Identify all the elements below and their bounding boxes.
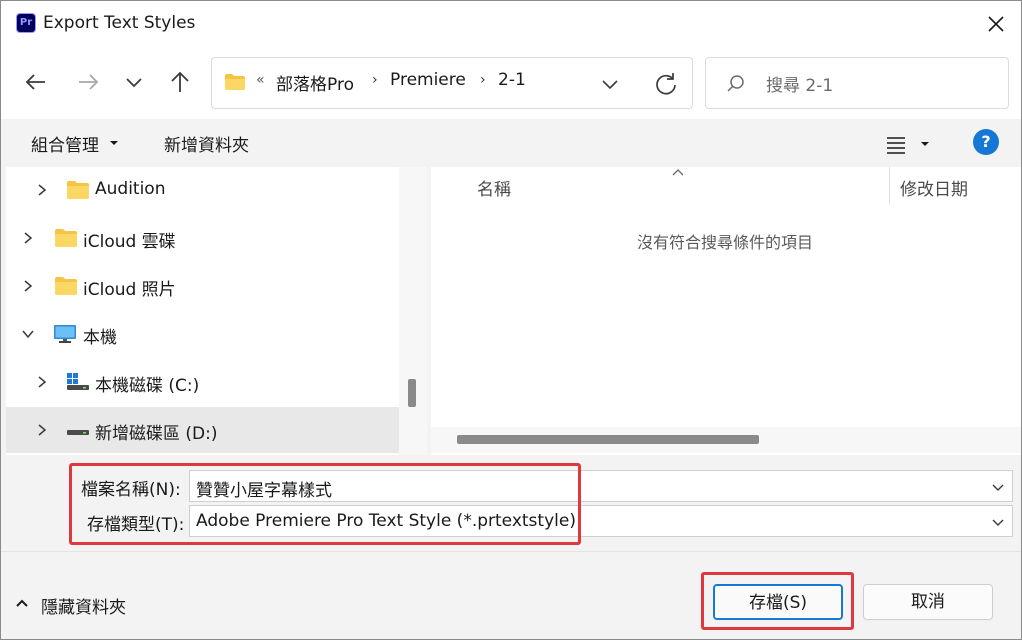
tree-item-icloud-drive[interactable]: iCloud 雲碟: [6, 215, 399, 261]
chevron-down-icon[interactable]: [990, 479, 1006, 495]
chevron-down-icon: [602, 80, 618, 90]
navigation-row: « 部落格Pro › Premiere › 2-1 搜尋 2-1: [1, 47, 1021, 119]
help-button[interactable]: ?: [973, 129, 999, 155]
tree-item-label: 本機磁碟 (C:): [95, 376, 200, 396]
chevron-right-icon[interactable]: [34, 182, 50, 198]
hide-folders-label: 隱藏資料夾: [41, 598, 126, 618]
organize-menu[interactable]: 組合管理: [31, 131, 99, 156]
search-input[interactable]: 搜尋 2-1: [705, 57, 1009, 109]
column-divider[interactable]: [889, 167, 890, 205]
list-view-icon: [887, 137, 929, 154]
close-icon: [988, 16, 1004, 32]
file-type-label: 存檔類型(T):: [87, 515, 185, 535]
tree-item-new-volume-d[interactable]: 新增磁碟區 (D:): [6, 407, 399, 453]
arrow-up-icon: [171, 71, 189, 92]
tree-item-local-disk-c[interactable]: 本機磁碟 (C:): [6, 359, 399, 405]
chevron-down-icon[interactable]: [20, 326, 36, 342]
file-type-value[interactable]: Adobe Premiere Pro Text Style (*.prtexts…: [196, 511, 576, 531]
dialog-title: Export Text Styles: [43, 13, 196, 33]
arrow-right-icon: [79, 74, 99, 90]
new-folder-button[interactable]: 新增資料夾: [164, 131, 249, 156]
chevron-right-icon[interactable]: [34, 422, 50, 438]
file-list-horizontal-scrollbar[interactable]: [431, 427, 1021, 453]
export-text-styles-dialog: Pr Export Text Styles « 部落格Pro › Premier…: [0, 0, 1022, 640]
close-button[interactable]: [979, 7, 1013, 41]
filename-value[interactable]: 贊贊小屋字幕樣式: [196, 476, 332, 501]
breadcrumb-item[interactable]: Premiere: [390, 70, 466, 90]
tree-item-label: 新增磁碟區 (D:): [95, 424, 218, 444]
folder-icon: [55, 277, 77, 295]
drive-icon: [67, 430, 89, 435]
dialog-footer: 隱藏資料夾 存檔(S) 取消: [1, 551, 1021, 639]
filename-field[interactable]: 贊贊小屋字幕樣式: [189, 470, 1013, 502]
chevron-right-icon[interactable]: [20, 230, 36, 246]
breadcrumb-separator[interactable]: ›: [372, 72, 378, 88]
tree-item-label: 本機: [83, 328, 117, 348]
address-bar[interactable]: « 部落格Pro › Premiere › 2-1: [211, 57, 693, 109]
change-view-button[interactable]: [883, 131, 939, 157]
tree-item-this-pc[interactable]: 本機: [6, 311, 399, 357]
scrollbar-thumb[interactable]: [408, 379, 416, 407]
folder-icon: [55, 229, 77, 247]
save-options: 檔案名稱(N): 贊贊小屋字幕樣式 存檔類型(T): Adobe Premier…: [1, 455, 1021, 551]
filename-label: 檔案名稱(N):: [81, 480, 181, 500]
navigation-pane-scrollbar[interactable]: [399, 167, 427, 455]
scrollbar-thumb[interactable]: [457, 435, 759, 444]
caret-up-icon: [16, 599, 28, 607]
forward-button[interactable]: [73, 67, 103, 97]
empty-results-message: 沒有符合搜尋條件的項目: [636, 233, 813, 252]
sort-ascending-icon: [672, 169, 684, 176]
column-header-name[interactable]: 名稱: [477, 175, 511, 200]
arrow-left-icon: [25, 74, 45, 90]
tree-item-icloud-photos[interactable]: iCloud 照片: [6, 263, 399, 309]
refresh-button[interactable]: [652, 70, 680, 98]
file-type-select[interactable]: Adobe Premiere Pro Text Style (*.prtexts…: [189, 505, 1013, 537]
search-icon: [727, 75, 744, 92]
premiere-pro-icon: Pr: [16, 13, 36, 33]
breadcrumb-overflow[interactable]: «: [256, 72, 265, 88]
column-header-date-modified[interactable]: 修改日期: [900, 175, 968, 200]
command-bar: 組合管理 新增資料夾 ?: [1, 119, 1021, 167]
navigation-pane: Audition iCloud 雲碟 iCloud 照片 本機 本機磁碟 (C:…: [6, 167, 399, 455]
breadcrumb-separator[interactable]: ›: [480, 72, 486, 88]
up-button[interactable]: [165, 67, 195, 97]
refresh-icon: [656, 73, 676, 95]
address-history-dropdown[interactable]: [598, 72, 622, 96]
breadcrumb-item[interactable]: 2-1: [498, 70, 526, 90]
chevron-right-icon[interactable]: [20, 278, 36, 294]
chevron-right-icon[interactable]: [34, 374, 50, 390]
caret-down-icon: [110, 141, 118, 145]
folder-icon: [67, 181, 89, 199]
title-bar: Pr Export Text Styles: [1, 1, 1021, 47]
recent-locations-button[interactable]: [119, 67, 149, 97]
tree-item-audition[interactable]: Audition: [6, 167, 399, 213]
breadcrumb-item[interactable]: 部落格Pro: [276, 70, 354, 95]
search-placeholder: 搜尋 2-1: [766, 76, 834, 96]
cancel-button[interactable]: 取消: [863, 584, 993, 620]
tree-item-label: iCloud 雲碟: [83, 232, 176, 252]
chevron-down-icon[interactable]: [990, 514, 1006, 530]
tree-item-label: Audition: [95, 179, 166, 199]
folder-icon: [225, 74, 245, 90]
chevron-down-icon: [126, 78, 142, 88]
computer-icon: [54, 325, 76, 343]
windows-drive-icon: [67, 373, 89, 390]
save-button[interactable]: 存檔(S): [713, 584, 843, 620]
file-list: 名稱 修改日期 沒有符合搜尋條件的項目: [431, 167, 1021, 455]
tree-item-label: iCloud 照片: [83, 280, 176, 300]
back-button[interactable]: [21, 67, 51, 97]
